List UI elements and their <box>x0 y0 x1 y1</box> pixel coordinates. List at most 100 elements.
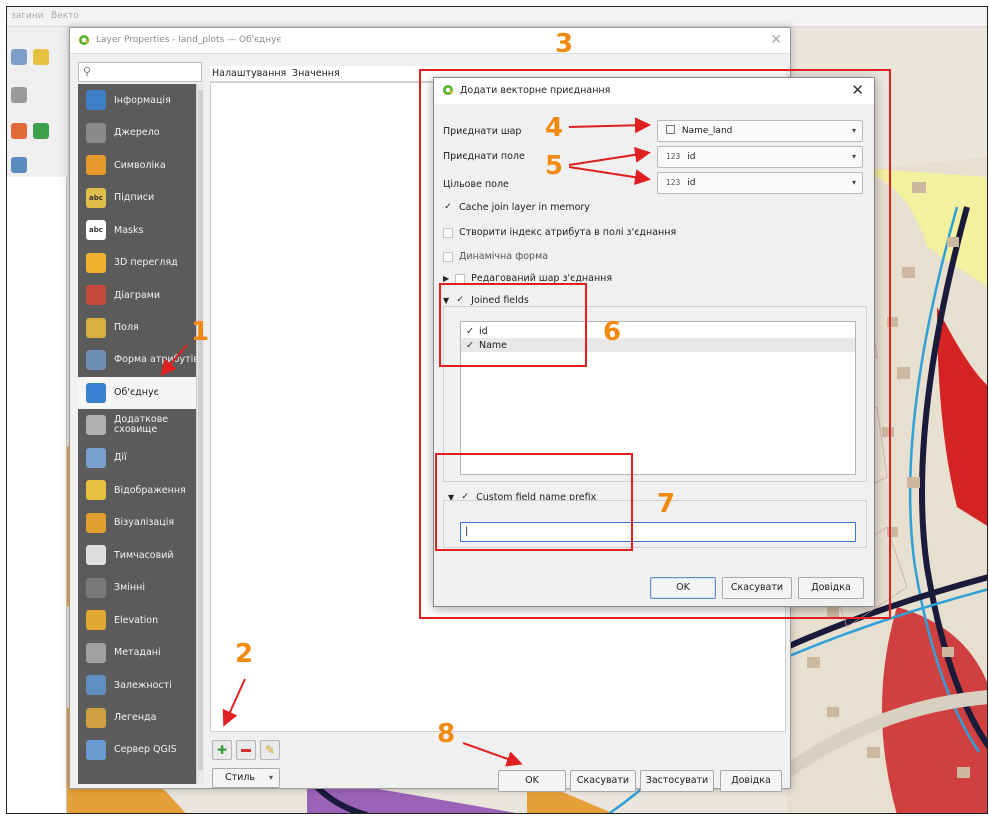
sidebar-item-label: Залежності <box>114 679 172 691</box>
sidebar-item-elevation[interactable]: Elevation <box>78 604 202 637</box>
legend-icon <box>86 707 106 728</box>
column-header-value[interactable]: Значення <box>292 68 340 79</box>
sidebar-item-label: Elevation <box>114 614 159 626</box>
window-title: Layer Properties - land_plots — Об'єднує <box>96 35 282 45</box>
annotation-box-7 <box>435 453 633 551</box>
labels-icon: abc <box>86 187 106 208</box>
qgis-logo-icon <box>79 35 90 45</box>
elevation-icon <box>86 610 106 631</box>
symbology-icon <box>86 155 106 176</box>
help-button[interactable]: Довідка <box>720 770 782 792</box>
cancel-button[interactable]: Скасувати <box>570 770 636 792</box>
diagrams-icon <box>86 285 106 306</box>
sidebar-item-label: Тимчасовий <box>114 549 174 561</box>
sidebar-item-temporal[interactable]: Тимчасовий <box>78 539 202 572</box>
annotation-number-8: 8 <box>437 719 456 749</box>
sidebar-item-label: Візуалізація <box>114 517 175 529</box>
sidebar-item-label: Додаткове сховище <box>114 414 169 436</box>
sidebar-item-info[interactable]: Інформація <box>78 84 202 117</box>
toolbar-icon[interactable] <box>11 49 27 65</box>
info-icon <box>86 90 106 111</box>
sidebar-item-label: Підписи <box>114 192 155 204</box>
menu-item[interactable]: Векто <box>51 11 79 21</box>
style-dropdown[interactable]: Стиль ▾ <box>212 768 280 788</box>
sidebar-item-label: Відображення <box>114 484 186 496</box>
fields-icon <box>86 317 106 338</box>
qgis-server-icon <box>86 740 106 761</box>
annotation-box-6 <box>439 283 587 367</box>
annotation-number-4: 4 <box>545 113 564 143</box>
sidebar-item-attributes-form[interactable]: Форма атрибутів <box>78 344 202 377</box>
remove-join-button[interactable] <box>236 740 256 760</box>
sidebar-item-display[interactable]: Відображення <box>78 474 202 507</box>
sidebar-item-joins[interactable]: Об'єднує <box>78 376 202 409</box>
add-join-button[interactable]: ✚ <box>212 740 232 760</box>
auxiliary-storage-icon <box>86 415 106 436</box>
properties-sidebar: Інформація Джерело Символіка abc Підписи abc M… <box>78 84 202 784</box>
sidebar-item-rendering[interactable]: Візуалізація <box>78 507 202 540</box>
sidebar-item-legend[interactable]: Легенда <box>78 702 202 735</box>
rendering-icon <box>86 512 106 533</box>
annotation-number-3: 3 <box>555 29 574 59</box>
toolbar-icon[interactable] <box>33 49 49 65</box>
sidebar-item-label: Символіка <box>114 159 166 171</box>
toolbar-icon[interactable] <box>11 157 27 173</box>
search-input[interactable]: ⚲ <box>78 62 202 82</box>
sidebar-item-label: Дії <box>114 452 127 464</box>
annotation-number-2: 2 <box>235 639 254 669</box>
masks-icon: abc <box>86 220 106 241</box>
sidebar-item-fields[interactable]: Поля <box>78 312 202 345</box>
sidebar-item-diagrams[interactable]: Діаграми <box>78 279 202 312</box>
toolbar-icon[interactable] <box>33 123 49 139</box>
metadata-icon <box>86 642 106 663</box>
sidebar-item-source[interactable]: Джерело <box>78 117 202 150</box>
sidebar-item-symbology[interactable]: Символіка <box>78 149 202 182</box>
sidebar-item-3d-view[interactable]: 3D перегляд <box>78 247 202 280</box>
plus-icon: ✚ <box>216 743 228 757</box>
qgis-menubar: загини Векто <box>7 7 987 27</box>
sidebar-item-label: Поля <box>114 322 139 334</box>
edit-join-button[interactable]: ✎ <box>260 740 280 760</box>
scrollbar-thumb[interactable] <box>198 90 203 770</box>
sidebar-item-labels[interactable]: abc Підписи <box>78 182 202 215</box>
pencil-icon: ✎ <box>264 743 276 757</box>
column-header-settings[interactable]: Налаштування <box>212 68 286 79</box>
source-icon <box>86 122 106 143</box>
minus-icon <box>241 748 251 752</box>
sidebar-item-label: 3D перегляд <box>114 256 178 268</box>
attributes-form-icon <box>86 350 106 371</box>
sidebar-item-label: Метадані <box>114 647 161 659</box>
annotation-number-5: 5 <box>545 151 564 181</box>
qgis-toolbar <box>7 27 67 187</box>
display-icon <box>86 480 106 501</box>
toolbar-icon[interactable] <box>11 123 27 139</box>
sidebar-item-label: Інформація <box>114 94 171 106</box>
sidebar-item-label: Об'єднує <box>114 387 159 399</box>
close-icon[interactable]: ✕ <box>770 32 782 48</box>
variables-icon <box>86 577 106 598</box>
joins-icon <box>86 382 106 403</box>
sidebar-item-masks[interactable]: abc Masks <box>78 214 202 247</box>
ok-button[interactable]: OK <box>498 770 566 792</box>
menu-item[interactable]: загини <box>11 11 44 21</box>
sidebar-scrollbar[interactable] <box>196 84 204 784</box>
3d-view-icon <box>86 252 106 273</box>
temporal-icon <box>86 545 106 566</box>
annotation-number-7: 7 <box>657 489 676 519</box>
screenshot-frame: загини Векто Layer Properties - land_plo… <box>6 6 988 814</box>
apply-button[interactable]: Застосувати <box>640 770 714 792</box>
sidebar-item-label: Діаграми <box>114 289 161 301</box>
sidebar-item-label: Masks <box>114 224 144 236</box>
sidebar-item-actions[interactable]: Дії <box>78 442 202 475</box>
sidebar-item-auxiliary-storage[interactable]: Додаткове сховище <box>78 409 202 442</box>
sidebar-item-metadata[interactable]: Метадані <box>78 637 202 670</box>
toolbar-icon[interactable] <box>11 87 27 103</box>
layer-properties-titlebar: Layer Properties - land_plots — Об'єднує… <box>70 28 790 54</box>
sidebar-item-dependencies[interactable]: Залежності <box>78 669 202 702</box>
qgis-layers-panel <box>7 177 67 813</box>
sidebar-item-qgis-server[interactable]: Сервер QGIS <box>78 734 202 767</box>
dependencies-icon <box>86 675 106 696</box>
chevron-down-icon: ▾ <box>268 773 273 782</box>
sidebar-item-variables[interactable]: Змінні <box>78 572 202 605</box>
joins-toolbar: ✚ ✎ <box>212 740 280 762</box>
